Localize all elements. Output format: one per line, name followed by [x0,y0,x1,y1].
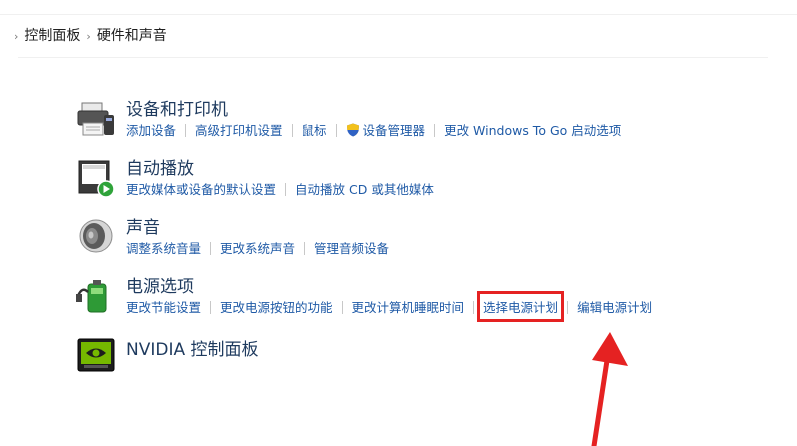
link-separator [210,301,212,314]
link-adjust-volume[interactable]: 调整系统音量 [126,238,201,257]
category-links-devices-printers: 添加设备 高级打印机设置 鼠标 设备管理器 更改 Windows To Go 启动选项 [126,120,621,139]
link-device-manager[interactable]: 设备管理器 [363,120,426,139]
link-change-sleep-time[interactable]: 更改计算机睡眠时间 [352,297,465,316]
link-separator [285,183,287,196]
link-windows-to-go-startup[interactable]: 更改 Windows To Go 启动选项 [444,120,621,139]
link-separator [291,124,293,137]
link-change-media-defaults[interactable]: 更改媒体或设备的默认设置 [126,179,276,198]
link-add-device[interactable]: 添加设备 [126,120,176,139]
link-power-button-behavior[interactable]: 更改电源按钮的功能 [220,297,333,316]
link-choose-power-plan[interactable]: 选择电源计划 [477,291,565,322]
top-divider [0,14,797,15]
category-sound: 声音 调整系统音量 更改系统声音 管理音频设备 [70,215,790,267]
category-autoplay: 自动播放 更改媒体或设备的默认设置 自动播放 CD 或其他媒体 [70,156,790,208]
breadcrumb-divider [18,57,768,58]
red-annotation-arrow-icon [591,332,628,446]
link-change-system-sounds[interactable]: 更改系统声音 [220,238,295,257]
category-devices-printers: 设备和打印机 添加设备 高级打印机设置 鼠标 设备管理器 更改 Windows To … [70,97,790,149]
category-title-sound[interactable]: 声音 [126,213,160,238]
category-nvidia: NVIDIA 控制面板 [70,335,790,387]
link-separator [335,124,337,137]
category-power-options: 电源选项 更改节能设置 更改电源按钮的功能 更改计算机睡眠时间 选择电源计划 编辑电源计… [70,274,790,326]
category-title-power-options[interactable]: 电源选项 [126,272,194,297]
breadcrumb-item-control-panel[interactable]: 控制面板 [24,28,80,44]
link-advanced-printer-setup[interactable]: 高级打印机设置 [195,120,283,139]
link-mouse[interactable]: 鼠标 [302,120,327,139]
category-links-power-options: 更改节能设置 更改电源按钮的功能 更改计算机睡眠时间 选择电源计划 编辑电源计划 [126,291,652,322]
link-separator [210,242,212,255]
category-title-autoplay[interactable]: 自动播放 [126,154,194,179]
link-separator [341,301,343,314]
link-separator [185,124,187,137]
breadcrumb-item-hardware-sound[interactable]: 硬件和声音 [97,28,167,44]
printer-icon [77,102,114,136]
link-edit-power-plan[interactable]: 编辑电源计划 [577,297,652,316]
link-separator [567,301,569,314]
speaker-icon [79,219,113,253]
link-autoplay-cd[interactable]: 自动播放 CD 或其他媒体 [295,179,434,198]
breadcrumb-back-chevron-icon[interactable]: › [14,30,18,43]
link-separator [473,301,475,314]
link-separator [304,242,306,255]
nvidia-icon [77,338,115,372]
link-separator [434,124,436,137]
link-change-power-saving[interactable]: 更改节能设置 [126,297,201,316]
category-title-nvidia[interactable]: NVIDIA 控制面板 [126,335,259,360]
breadcrumb-chevron-icon: › [86,30,91,43]
breadcrumb: › 控制面板 › 硬件和声音 [14,25,167,45]
category-links-sound: 调整系统音量 更改系统声音 管理音频设备 [126,238,389,257]
uac-shield-icon [346,123,359,137]
battery-power-icon [76,280,107,313]
autoplay-icon [78,160,115,198]
category-title-devices-printers[interactable]: 设备和打印机 [126,95,228,120]
category-links-autoplay: 更改媒体或设备的默认设置 自动播放 CD 或其他媒体 [126,179,434,198]
link-manage-audio-devices[interactable]: 管理音频设备 [314,238,389,257]
